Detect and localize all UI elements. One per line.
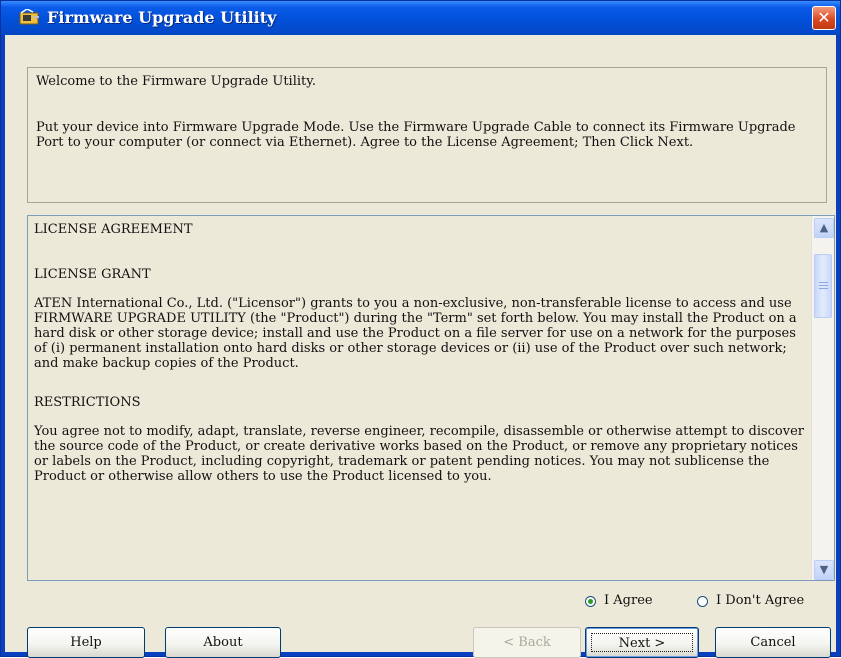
- firmware-upgrade-window: Firmware Upgrade Utility ✕ Welcome to th…: [0, 0, 841, 658]
- help-button[interactable]: Help: [27, 627, 145, 658]
- next-button[interactable]: Next >: [585, 627, 699, 658]
- grip-line: [819, 285, 828, 286]
- grip-line: [819, 282, 828, 283]
- instructions-panel: Welcome to the Firmware Upgrade Utility.…: [27, 67, 827, 203]
- welcome-text: Welcome to the Firmware Upgrade Utility.: [36, 74, 316, 89]
- about-button[interactable]: About: [165, 627, 281, 658]
- restrictions-heading: RESTRICTIONS: [34, 395, 141, 410]
- next-button-label: Next >: [591, 633, 693, 652]
- license-text: LICENSE AGREEMENT LICENSE GRANT ATEN Int…: [34, 222, 810, 508]
- grip-line: [819, 288, 828, 289]
- close-icon: ✕: [817, 8, 831, 27]
- vertical-scrollbar[interactable]: ▲ ▼: [811, 216, 834, 580]
- chevron-down-icon: ▼: [819, 563, 829, 576]
- disagree-label: I Don't Agree: [716, 593, 805, 608]
- scroll-up-button[interactable]: ▲: [814, 218, 834, 238]
- firmware-chip-icon: [19, 8, 41, 27]
- title-bar[interactable]: Firmware Upgrade Utility ✕: [1, 1, 840, 35]
- close-button[interactable]: ✕: [812, 6, 836, 30]
- chevron-up-icon: ▲: [819, 221, 829, 234]
- license-agreement-textbox[interactable]: LICENSE AGREEMENT LICENSE GRANT ATEN Int…: [27, 215, 835, 581]
- back-button[interactable]: < Back: [473, 627, 581, 658]
- restrictions-body: You agree not to modify, adapt, translat…: [34, 424, 805, 484]
- scroll-down-button[interactable]: ▼: [814, 560, 834, 580]
- scroll-thumb[interactable]: [814, 254, 832, 318]
- client-area: Welcome to the Firmware Upgrade Utility.…: [5, 35, 836, 658]
- license-grant-heading: LICENSE GRANT: [34, 267, 151, 282]
- license-grant-body: ATEN International Co., Ltd. ("Licensor"…: [34, 296, 797, 371]
- disagree-radio-option[interactable]: I Don't Agree: [697, 593, 804, 609]
- window-title: Firmware Upgrade Utility: [47, 8, 277, 27]
- agree-label: I Agree: [604, 593, 653, 608]
- license-title: LICENSE AGREEMENT: [34, 222, 193, 237]
- instructions-text: Put your device into Firmware Upgrade Mo…: [36, 120, 796, 150]
- cancel-button[interactable]: Cancel: [715, 627, 831, 658]
- disagree-radio[interactable]: [697, 595, 708, 607]
- agree-radio-option[interactable]: I Agree: [585, 593, 653, 609]
- agree-radio[interactable]: [585, 595, 596, 607]
